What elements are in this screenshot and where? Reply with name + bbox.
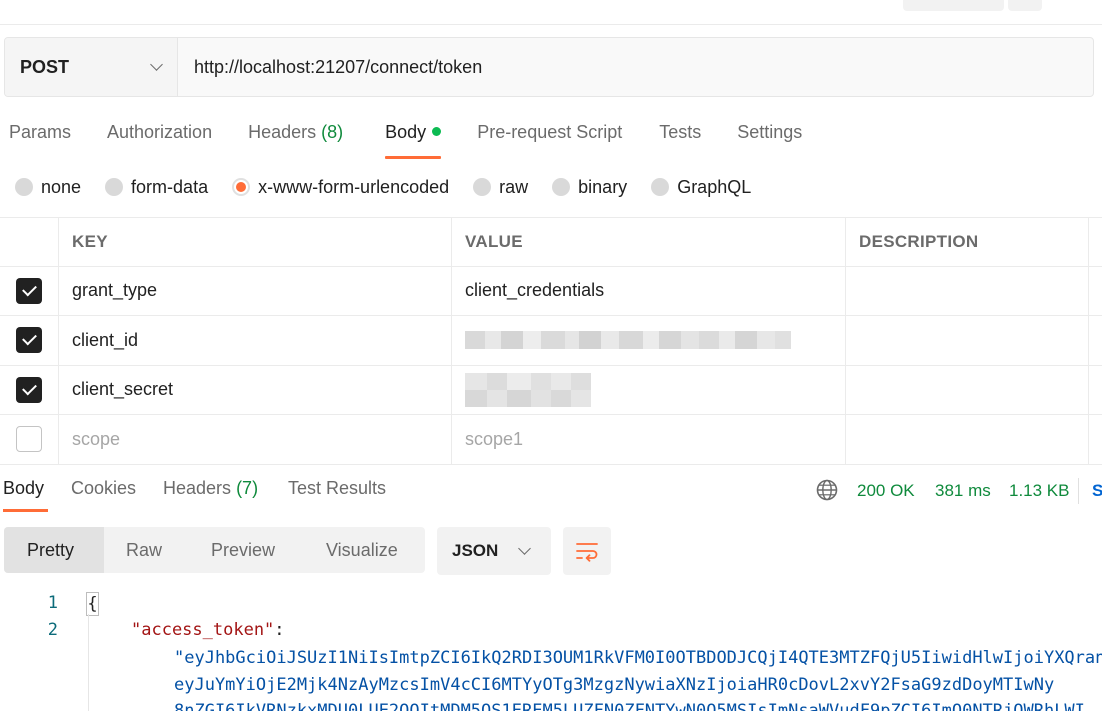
format-label: JSON [452, 541, 499, 560]
response-tab-test-results[interactable]: Test Results [288, 478, 386, 499]
key-input[interactable]: scope [59, 415, 452, 464]
table-row: scope scope1 [0, 415, 1102, 465]
code-line: "access_token": [131, 620, 285, 640]
description-input[interactable] [846, 316, 1089, 365]
view-mode-visualize[interactable]: Visualize [304, 527, 420, 573]
headers-count: (8) [321, 122, 344, 142]
response-size[interactable]: 1.13 KB [1009, 481, 1070, 501]
view-mode-segmented: Pretty Raw Preview Visualize [4, 527, 425, 573]
method-label: POST [20, 56, 70, 77]
tab-params[interactable]: Params [9, 110, 71, 158]
response-time[interactable]: 381 ms [935, 481, 991, 501]
wrap-lines-icon [576, 543, 598, 562]
redacted-value [465, 331, 791, 350]
params-table: KEY VALUE DESCRIPTION grant_type client_… [0, 217, 1102, 465]
top-strip [0, 0, 1102, 25]
tab-pre-request-script[interactable]: Pre-request Script [477, 110, 622, 158]
json-key: "access_token" [131, 620, 275, 640]
value-input-redacted[interactable] [452, 316, 846, 365]
response-code-view[interactable]: 1 2 { "access_token": "eyJhbGciOiJSUzI1N… [0, 588, 1102, 711]
body-active-dot-icon [432, 127, 442, 136]
key-input[interactable]: grant_type [59, 266, 452, 315]
view-mode-preview[interactable]: Preview [188, 527, 304, 573]
radio-circle [15, 178, 33, 196]
tab-tests[interactable]: Tests [659, 110, 701, 158]
radio-circle [473, 178, 492, 196]
json-colon: : [274, 620, 285, 640]
value-input-redacted[interactable] [452, 365, 846, 414]
url-input[interactable]: http://localhost:21207/connect/token [178, 38, 1093, 96]
json-string-value: 8nZGI6IkVRNzkxMDU0LUE2OOItMDM5OS1EREM5LU… [174, 701, 1085, 711]
table-row: grant_type client_credentials [0, 266, 1102, 316]
row-checkbox[interactable] [16, 277, 42, 304]
response-tab-headers[interactable]: Headers (7) [163, 478, 258, 499]
globe-icon[interactable] [816, 479, 838, 501]
tab-settings[interactable]: Settings [737, 110, 802, 158]
top-toolbar-button[interactable] [903, 0, 1004, 11]
top-toolbar-button[interactable] [1008, 0, 1042, 11]
request-url-bar: POST http://localhost:21207/connect/toke… [4, 37, 1094, 97]
divider [1078, 478, 1079, 504]
radio-circle-selected [232, 178, 251, 196]
response-tab-cookies[interactable]: Cookies [71, 478, 136, 499]
format-dropdown[interactable]: JSON [437, 527, 551, 575]
radio-x-www-form-urlencoded[interactable]: x-www-form-urlencoded [232, 177, 449, 198]
key-input[interactable]: client_id [59, 316, 452, 365]
fold-brace[interactable]: { [86, 592, 99, 616]
row-checkbox[interactable] [16, 327, 42, 354]
wrap-lines-button[interactable] [563, 527, 611, 575]
response-status[interactable]: 200 OK [857, 481, 915, 501]
response-headers-count: (7) [236, 478, 259, 498]
table-row: client_secret [0, 365, 1102, 415]
value-input[interactable]: scope1 [452, 415, 846, 464]
value-input[interactable]: client_credentials [452, 266, 846, 315]
table-header-row: KEY VALUE DESCRIPTION [0, 217, 1102, 267]
radio-circle [105, 178, 124, 196]
indent-guide [88, 614, 89, 711]
radio-raw[interactable]: raw [473, 177, 528, 198]
description-input[interactable] [846, 266, 1089, 315]
chevron-down-icon [518, 542, 531, 555]
view-mode-pretty[interactable]: Pretty [4, 527, 104, 573]
line-number: 2 [47, 620, 58, 640]
tab-authorization[interactable]: Authorization [107, 110, 212, 158]
radio-none[interactable]: none [15, 177, 81, 198]
line-number: 1 [47, 593, 58, 613]
description-input[interactable] [846, 365, 1089, 414]
radio-form-data[interactable]: form-data [105, 177, 208, 198]
tab-headers[interactable]: Headers (8) [248, 110, 343, 158]
save-response-button[interactable]: S [1092, 481, 1102, 501]
column-header-key: KEY [59, 218, 452, 266]
redacted-value [465, 372, 591, 407]
table-row: client_id [0, 316, 1102, 366]
request-tabs: Params Authorization Headers (8) Body Pr… [0, 110, 802, 159]
radio-binary[interactable]: binary [552, 177, 627, 198]
method-dropdown[interactable]: POST [5, 38, 178, 96]
response-tab-body[interactable]: Body [3, 478, 49, 512]
column-header-value: VALUE [452, 218, 846, 266]
radio-graphql[interactable]: GraphQL [651, 177, 751, 198]
body-type-radios: none form-data x-www-form-urlencoded raw… [15, 174, 775, 200]
key-input[interactable]: client_secret [59, 365, 452, 414]
radio-circle [651, 178, 670, 196]
row-checkbox[interactable] [16, 376, 42, 403]
json-string-value: "eyJhbGciOiJSUzI1NiIsImtpZCI6IkQ2RDI3OUM… [174, 648, 1102, 668]
view-mode-raw[interactable]: Raw [104, 527, 188, 573]
radio-circle [552, 178, 571, 196]
tab-body[interactable]: Body [385, 110, 442, 159]
description-input[interactable] [846, 415, 1089, 464]
row-checkbox[interactable] [16, 426, 42, 453]
json-string-value: eyJuYmYiOjE2Mjk4NzAyMzcsImV4cCI6MTYyOTg3… [174, 675, 1055, 695]
chevron-down-icon [150, 58, 163, 71]
column-header-description: DESCRIPTION [846, 218, 1089, 266]
